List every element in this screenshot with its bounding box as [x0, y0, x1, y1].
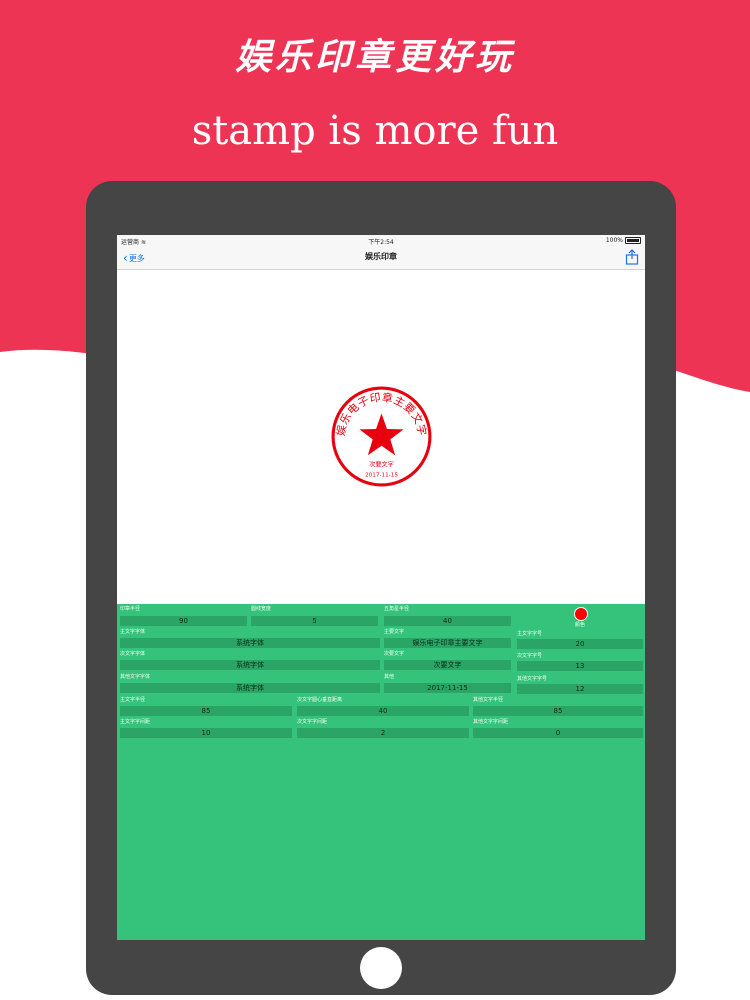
other-font-label: 其他文字字体	[120, 674, 151, 680]
navigation-bar: ‹更多 娱乐印章	[117, 246, 645, 270]
main-size-input[interactable]: 20	[517, 639, 643, 649]
color-label: 颜色	[575, 622, 586, 628]
other-radius-input[interactable]: 85	[473, 706, 643, 716]
other-spacing-label: 其他文字字间距	[473, 719, 509, 725]
star-radius-label: 五角星半径	[384, 606, 410, 612]
sub-text-input[interactable]: 次要文字	[384, 660, 511, 670]
other-text-input[interactable]: 2017-11-15	[384, 683, 511, 693]
app-screen: 运营商 ≋ 下午2:54 100% ‹更多 娱乐印章 娱乐电子印章主要文字 次要…	[117, 235, 645, 940]
sub-font-select[interactable]: 系统字体	[120, 660, 380, 670]
share-icon[interactable]	[625, 249, 639, 265]
sub-spacing-input[interactable]: 2	[297, 728, 469, 738]
stamp-canvas: 娱乐电子印章主要文字 次要文字 2017-11-15	[117, 270, 645, 604]
status-bar: 运营商 ≋ 下午2:54 100%	[117, 235, 645, 246]
sub-center-distance-label: 次文字圆心垂直距离	[297, 697, 343, 703]
battery-icon	[625, 237, 641, 244]
main-text-label: 主要文字	[384, 629, 405, 635]
stamp-other-text: 2017-11-15	[365, 473, 398, 479]
main-font-label: 主文字字体	[120, 629, 146, 635]
main-radius-label: 主文字半径	[120, 697, 146, 703]
status-time: 下午2:54	[368, 239, 394, 246]
color-picker-button[interactable]	[574, 607, 588, 621]
sub-size-input[interactable]: 13	[517, 661, 643, 671]
sub-font-label: 次文字字体	[120, 651, 146, 657]
sub-center-distance-input[interactable]: 40	[297, 706, 469, 716]
stamp-preview: 娱乐电子印章主要文字 次要文字 2017-11-15	[331, 386, 432, 487]
other-text-label: 其他	[384, 674, 395, 680]
other-spacing-input[interactable]: 0	[473, 728, 643, 738]
main-size-label: 主文字字号	[517, 631, 543, 637]
promo-headline-english: stamp is more fun	[191, 108, 559, 154]
other-radius-label: 其他文字半径	[473, 697, 504, 703]
promo-headline-chinese: 娱乐印章更好玩	[234, 36, 515, 78]
sub-spacing-label: 次文字字间距	[297, 719, 328, 725]
sub-size-label: 次文字字号	[517, 653, 543, 659]
other-size-label: 其他文字字号	[517, 676, 548, 682]
main-font-select[interactable]: 系统字体	[120, 638, 380, 648]
stamp-radius-label: 印章半径	[120, 606, 141, 612]
ring-width-label: 圆线宽度	[251, 606, 272, 612]
sub-text-label: 次要文字	[384, 651, 405, 657]
main-spacing-input[interactable]: 10	[120, 728, 292, 738]
ring-width-input[interactable]: 5	[251, 616, 378, 626]
main-text-input[interactable]: 娱乐电子印章主要文字	[384, 638, 511, 648]
page-title: 娱乐印章	[365, 252, 397, 261]
star-radius-input[interactable]: 40	[384, 616, 511, 626]
main-spacing-label: 主文字字间距	[120, 719, 151, 725]
tablet-frame: 运营商 ≋ 下午2:54 100% ‹更多 娱乐印章 娱乐电子印章主要文字 次要…	[86, 181, 676, 995]
other-font-select[interactable]: 系统字体	[120, 683, 380, 693]
stamp-secondary-text: 次要文字	[369, 460, 394, 468]
stamp-star	[359, 413, 404, 456]
other-size-input[interactable]: 12	[517, 684, 643, 694]
main-radius-input[interactable]: 85	[120, 706, 292, 716]
stamp-radius-input[interactable]: 90	[120, 616, 247, 626]
status-battery: 100%	[606, 237, 641, 244]
home-button[interactable]	[360, 947, 402, 989]
settings-panel: 印章半径 90 圆线宽度 5 五角星半径 40 颜色 主文字字体 系统字体 主要…	[117, 604, 645, 940]
